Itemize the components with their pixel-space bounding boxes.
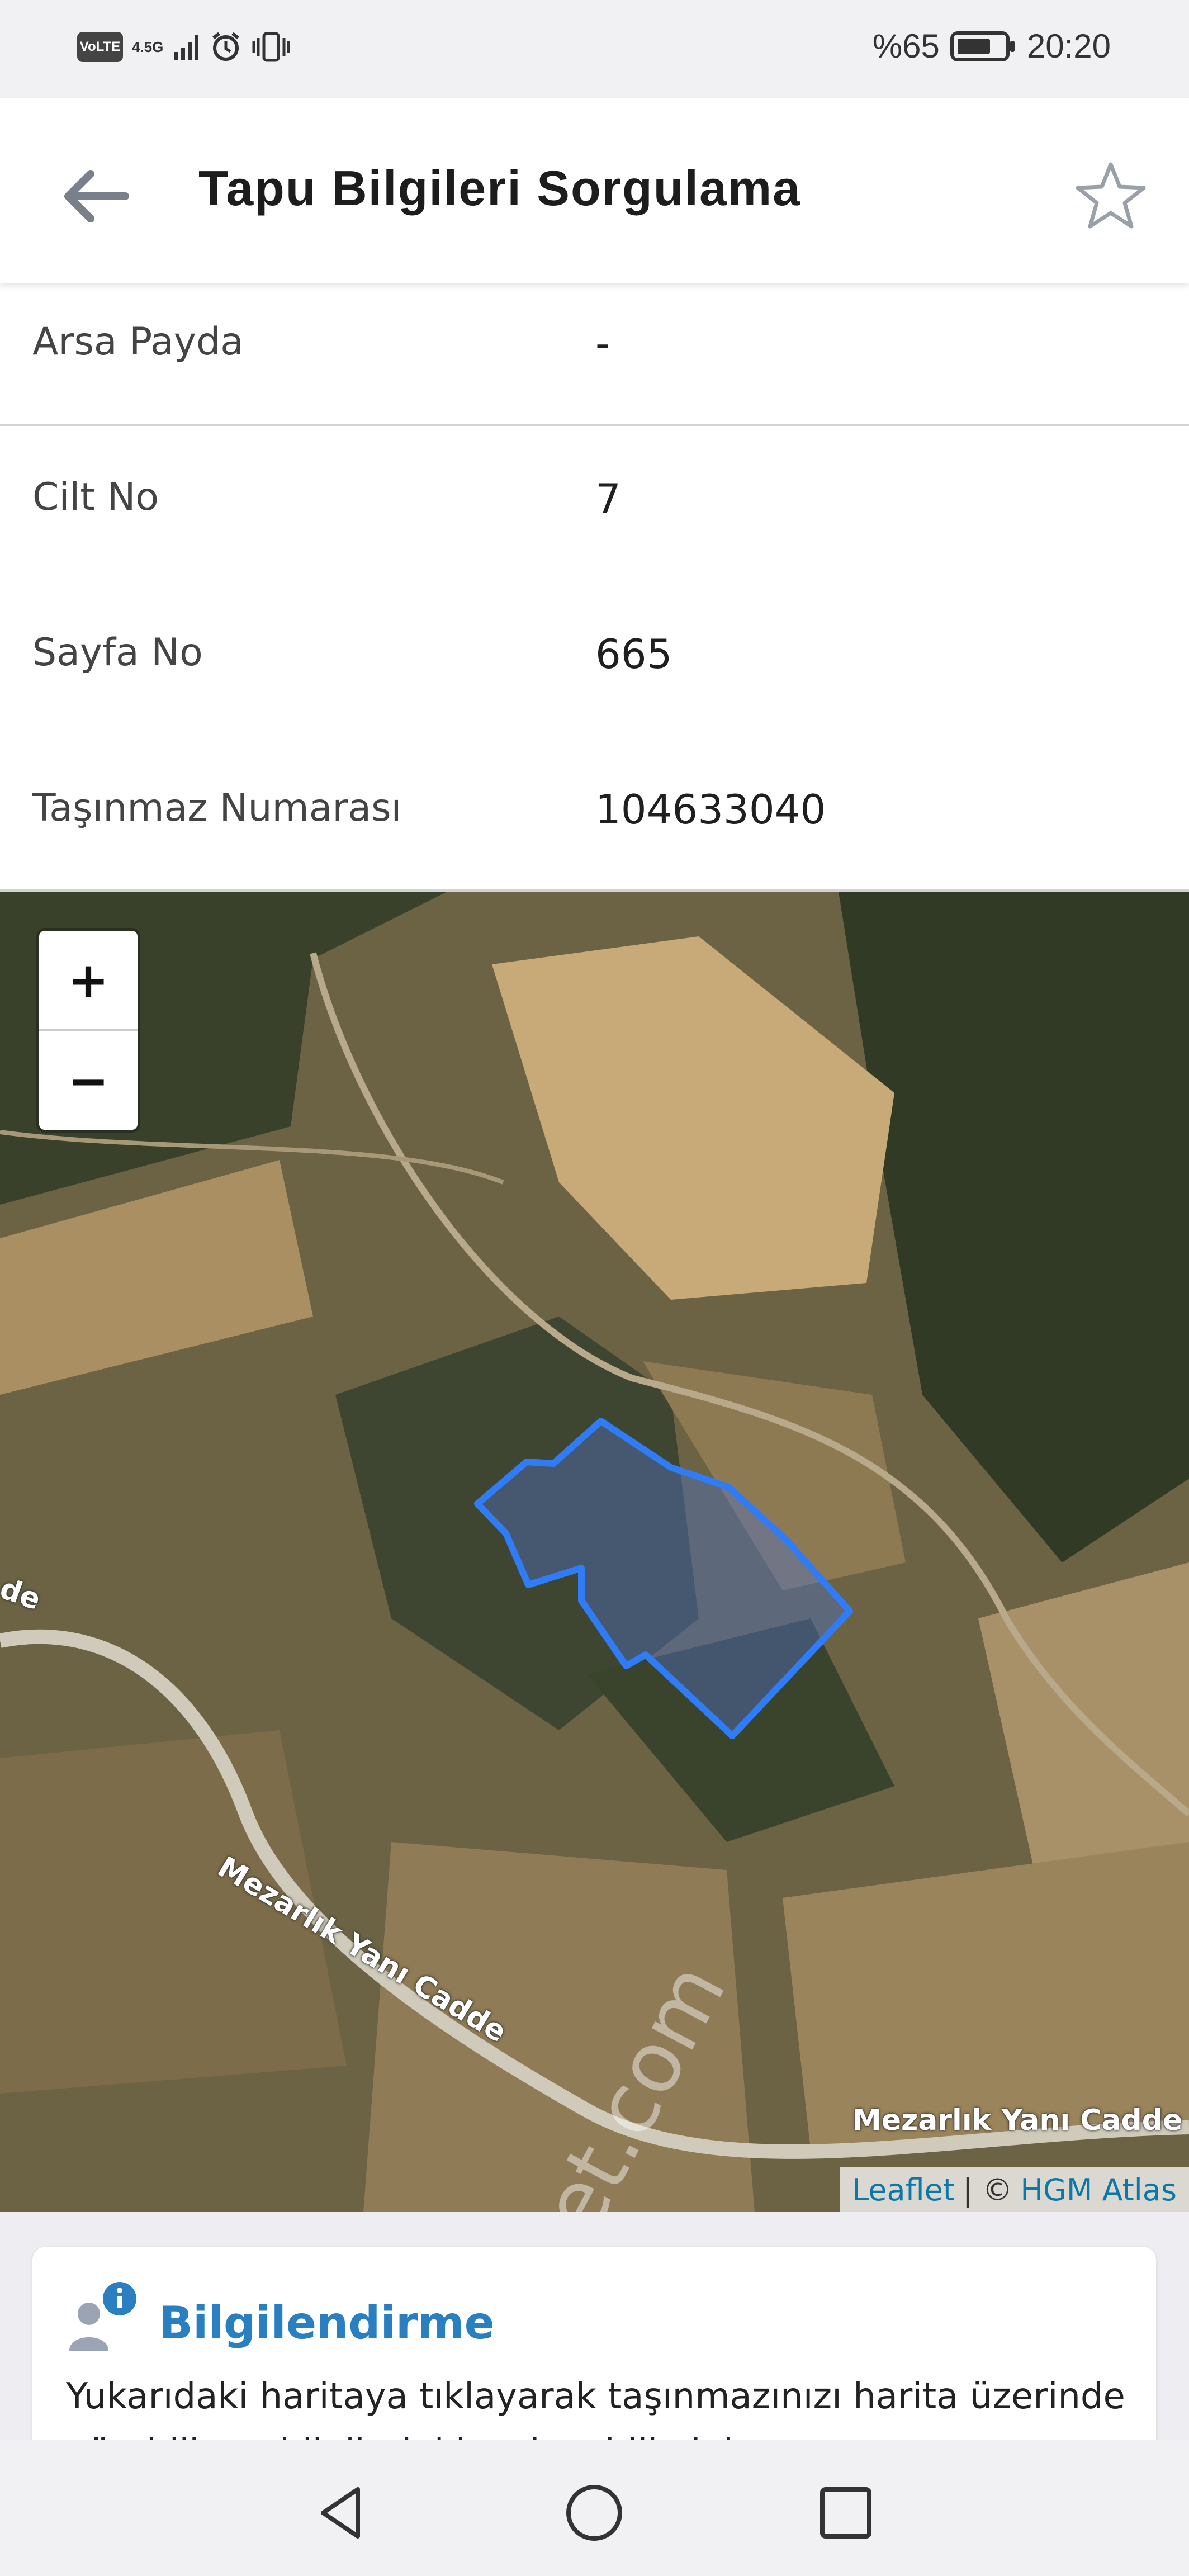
battery-icon xyxy=(950,31,1015,61)
signal-icon xyxy=(174,35,199,60)
status-bar: VoLTE 4.5G %65 20:20 xyxy=(0,0,1189,98)
row-label: Sayfa No xyxy=(32,631,203,675)
vibrate-icon xyxy=(252,32,290,62)
status-left: VoLTE 4.5G xyxy=(77,30,291,64)
info-row-sayfa-no: Sayfa No 665 xyxy=(0,581,1189,739)
battery-percent: %65 xyxy=(872,27,940,65)
row-value: - xyxy=(595,320,610,367)
hgm-atlas-link[interactable]: HGM Atlas xyxy=(1020,2172,1177,2208)
zoom-in-button[interactable]: + xyxy=(39,931,138,1031)
network-type: 4.5G xyxy=(132,39,164,55)
info-card-text: Yukarıdaki haritaya tıklayarak taşınmazı… xyxy=(66,2376,1125,2440)
info-row-arsa-payda: Arsa Payda - xyxy=(0,269,1189,426)
row-label: Taşınmaz Numarası xyxy=(32,786,402,830)
status-right: %65 20:20 xyxy=(873,27,1111,65)
info-card-area: Bilgilendirme Yukarıdaki haritaya tıklay… xyxy=(0,2212,1189,2440)
row-label: Cilt No xyxy=(32,475,159,519)
volte-badge: VoLTE xyxy=(77,32,123,62)
zoom-control: + − xyxy=(39,931,138,1130)
arrow-left-icon[interactable] xyxy=(53,154,136,238)
alarm-icon xyxy=(212,32,240,61)
satellite-map[interactable]: emlakjet.com + − Leaflet | © HGM Atlas xyxy=(0,892,1189,2212)
road-label: Mezarlık Yanı Cadde xyxy=(852,2104,1183,2137)
star-outline-icon[interactable] xyxy=(1069,154,1153,238)
info-card-title: Bilgilendirme xyxy=(159,2297,495,2349)
back-triangle-icon[interactable] xyxy=(307,2479,375,2546)
user-info-icon xyxy=(69,2282,136,2351)
home-circle-icon[interactable] xyxy=(561,2479,628,2546)
map-terrain xyxy=(0,892,1189,2212)
page-title: Tapu Bilgileri Sorgulama xyxy=(198,160,802,216)
map-attribution: Leaflet | © HGM Atlas xyxy=(840,2167,1189,2212)
recents-square-icon[interactable] xyxy=(812,2479,879,2546)
system-nav-bar xyxy=(0,2440,1189,2576)
zoom-out-button[interactable]: − xyxy=(39,1031,138,1130)
clock: 20:20 xyxy=(1026,27,1111,65)
row-label: Arsa Payda xyxy=(32,320,244,364)
leaflet-link[interactable]: Leaflet xyxy=(852,2172,955,2208)
info-row-tasinmaz-numarasi: Taşınmaz Numarası 104633040 xyxy=(0,737,1189,892)
info-row-cilt-no: Cilt No 7 xyxy=(0,426,1189,584)
attribution-separator: | © xyxy=(963,2172,1013,2208)
row-value: 665 xyxy=(595,631,672,678)
row-value: 7 xyxy=(595,475,621,522)
row-value: 104633040 xyxy=(595,786,826,833)
info-card: Bilgilendirme Yukarıdaki haritaya tıklay… xyxy=(32,2247,1156,2440)
app-header: Tapu Bilgileri Sorgulama xyxy=(0,98,1189,283)
